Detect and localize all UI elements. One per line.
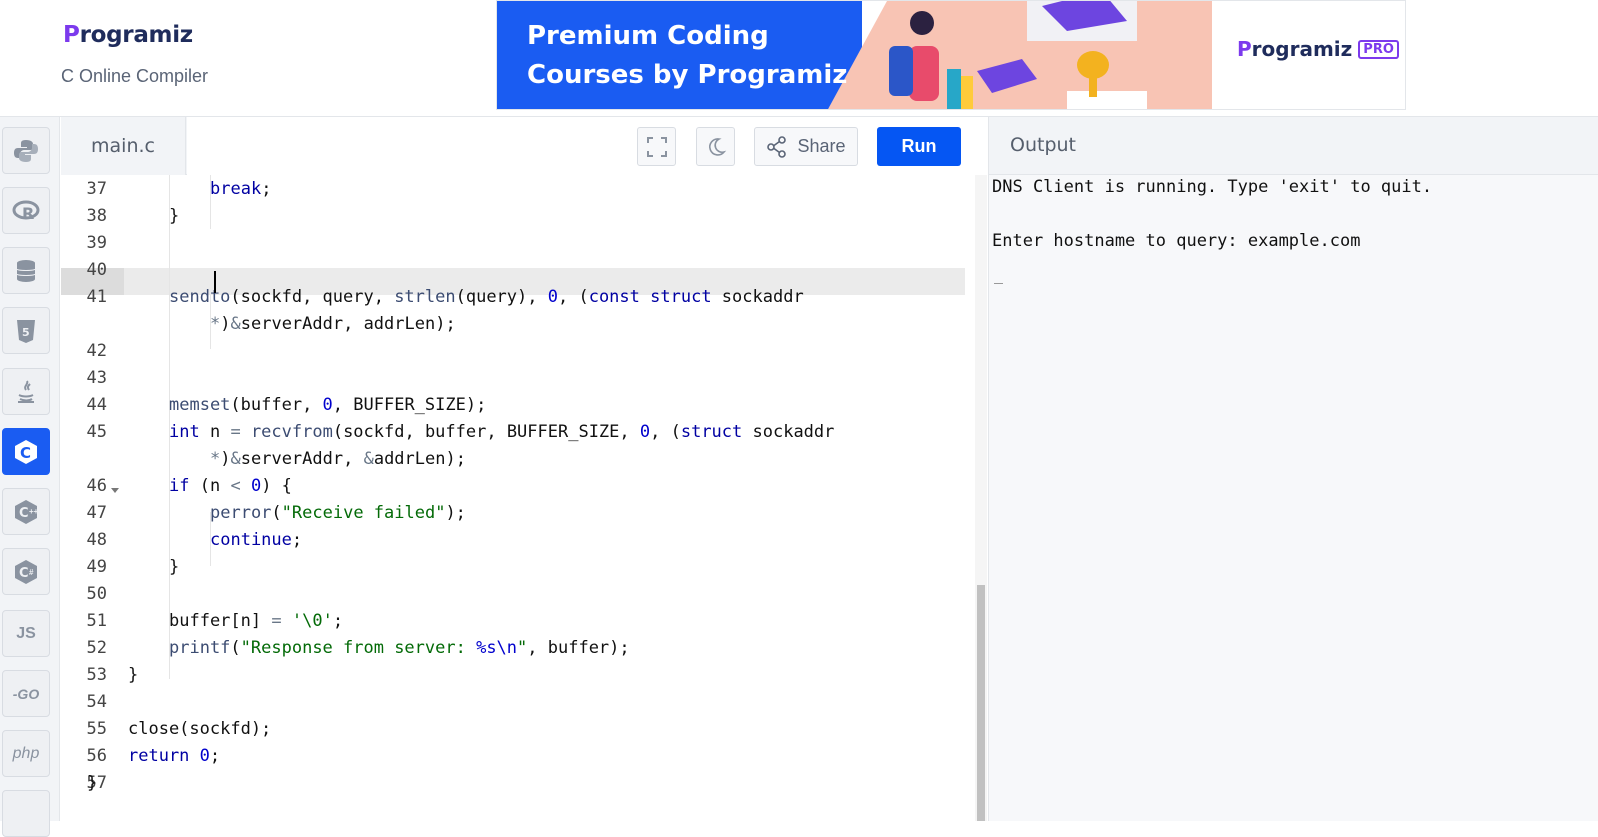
line-number: 51 <box>86 611 107 631</box>
line-number: 38 <box>86 206 107 226</box>
python-icon[interactable] <box>2 127 50 174</box>
line-number: 45 <box>86 422 107 442</box>
text-cursor <box>214 271 216 293</box>
code-line: sendto(sockfd, query, strlen(query), 0, … <box>169 287 804 307</box>
logo-text: rogramiz <box>79 22 194 48</box>
code-editor[interactable]: 37 38 39 40 41 42 43 44 45 46 47 48 49 50 51 52 53 54 55 56… <box>61 175 987 821</box>
pro-logo-letter: P <box>1237 37 1252 61</box>
code-line: break; <box>210 179 272 199</box>
editor-scrollbar[interactable] <box>975 175 987 821</box>
banner-headline: Premium Coding Courses by Programiz <box>527 17 847 95</box>
share-label: Share <box>797 136 846 156</box>
sql-database-icon[interactable] <box>2 247 50 294</box>
code-line: memset(buffer, 0, BUFFER_SIZE); <box>169 395 487 415</box>
line-number: 56 <box>86 746 107 766</box>
output-line: DNS Client is running. Type 'exit' to qu… <box>992 177 1433 197</box>
fullscreen-button[interactable] <box>637 127 676 166</box>
svg-text:R: R <box>22 204 34 223</box>
line-number: 54 <box>86 692 107 712</box>
javascript-label: JS <box>16 624 36 642</box>
more-languages-icon[interactable] <box>2 790 50 837</box>
html5-icon[interactable]: 5 <box>2 307 50 354</box>
code-line: perror("Receive failed"); <box>210 503 466 523</box>
banner-illustration <box>827 1 1212 109</box>
go-label: -GO <box>12 685 40 702</box>
line-number: 47 <box>86 503 107 523</box>
header: Programiz C Online Compiler Premium Codi… <box>0 0 1598 117</box>
output-header: Output <box>988 117 1598 175</box>
svg-text:++: ++ <box>29 507 39 516</box>
code-line: int n = recvfrom(sockfd, buffer, BUFFER_… <box>169 422 835 442</box>
cpp-icon[interactable]: C ++ <box>2 488 50 535</box>
javascript-icon[interactable]: JS <box>2 610 50 657</box>
svg-text:C: C <box>19 506 29 521</box>
line-number: 43 <box>86 368 107 388</box>
fullscreen-icon <box>646 136 667 157</box>
language-sidebar: R 5 C C ++ C # JS -GO php <box>0 117 60 837</box>
logo-letter: P <box>63 22 80 48</box>
page-subtitle: C Online Compiler <box>61 66 209 86</box>
code-line: if (n < 0) { <box>169 476 292 496</box>
line-number: 50 <box>86 584 107 604</box>
pro-badge: PRO <box>1358 40 1399 59</box>
code-line: close(sockfd); <box>128 719 272 739</box>
line-number: 41 <box>86 287 107 307</box>
svg-text:C: C <box>20 444 31 462</box>
run-button[interactable]: Run <box>877 127 961 166</box>
code-line: continue; <box>210 530 303 550</box>
go-icon[interactable]: -GO <box>2 670 50 717</box>
code-line: } <box>169 206 180 226</box>
programiz-pro-logo: Programiz PRO <box>1237 37 1399 61</box>
fold-arrow-icon[interactable] <box>110 487 120 495</box>
line-number: 52 <box>86 638 107 658</box>
svg-text:C: C <box>19 566 29 581</box>
banner-line-2: Courses by Programiz <box>527 60 848 90</box>
file-tab-main-c[interactable]: main.c <box>61 117 186 175</box>
code-line: buffer[n] = '\0'; <box>169 611 344 631</box>
r-icon[interactable]: R <box>2 187 50 234</box>
code-line: printf("Response from server: %s\n", buf… <box>169 638 630 658</box>
svg-text:#: # <box>29 568 34 577</box>
output-line: Enter hostname to query: example.com <box>992 231 1361 251</box>
code-line: *)&serverAddr, &addrLen); <box>210 449 466 469</box>
csharp-icon[interactable]: C # <box>2 548 50 595</box>
c-icon[interactable]: C <box>2 428 50 475</box>
code-line: *)&serverAddr, addrLen); <box>210 314 456 334</box>
code-line: return 0; <box>128 746 221 766</box>
editor-tabbar: main.c Share Run <box>61 117 987 175</box>
php-label: php <box>12 744 40 762</box>
banner-illustration-art <box>889 1 1147 109</box>
line-number: 40 <box>86 260 107 280</box>
programiz-logo[interactable]: Programiz <box>63 22 193 48</box>
line-number: 37 <box>86 179 107 199</box>
banner-line-1: Premium Coding <box>527 21 769 51</box>
line-number: 44 <box>86 395 107 415</box>
output-input-cursor <box>994 283 1003 284</box>
line-number: 48 <box>86 530 107 550</box>
code-line: } <box>128 665 139 685</box>
svg-text:5: 5 <box>22 326 30 339</box>
line-number: 55 <box>86 719 107 739</box>
java-icon[interactable] <box>2 368 50 415</box>
theme-toggle-button[interactable] <box>696 127 735 166</box>
output-title: Output <box>1010 134 1076 156</box>
share-icon <box>767 135 787 158</box>
editor-scroll-thumb[interactable] <box>977 585 985 821</box>
code-line: } <box>87 773 98 793</box>
line-number: 57 <box>86 773 107 793</box>
code-line: } <box>169 557 180 577</box>
line-number: 39 <box>86 233 107 253</box>
promo-banner[interactable]: Premium Coding Courses by Programiz Prog… <box>496 0 1406 110</box>
output-console[interactable]: DNS Client is running. Type 'exit' to qu… <box>988 175 1598 821</box>
line-number: 53 <box>86 665 107 685</box>
share-button[interactable]: Share <box>754 127 858 166</box>
line-number: 46 <box>86 476 107 496</box>
line-number: 49 <box>86 557 107 577</box>
pro-logo-text: rogramiz <box>1251 37 1353 61</box>
line-number: 42 <box>86 341 107 361</box>
php-icon[interactable]: php <box>2 730 50 777</box>
editor-toolbar: Share Run <box>187 117 987 175</box>
moon-icon <box>708 137 726 156</box>
